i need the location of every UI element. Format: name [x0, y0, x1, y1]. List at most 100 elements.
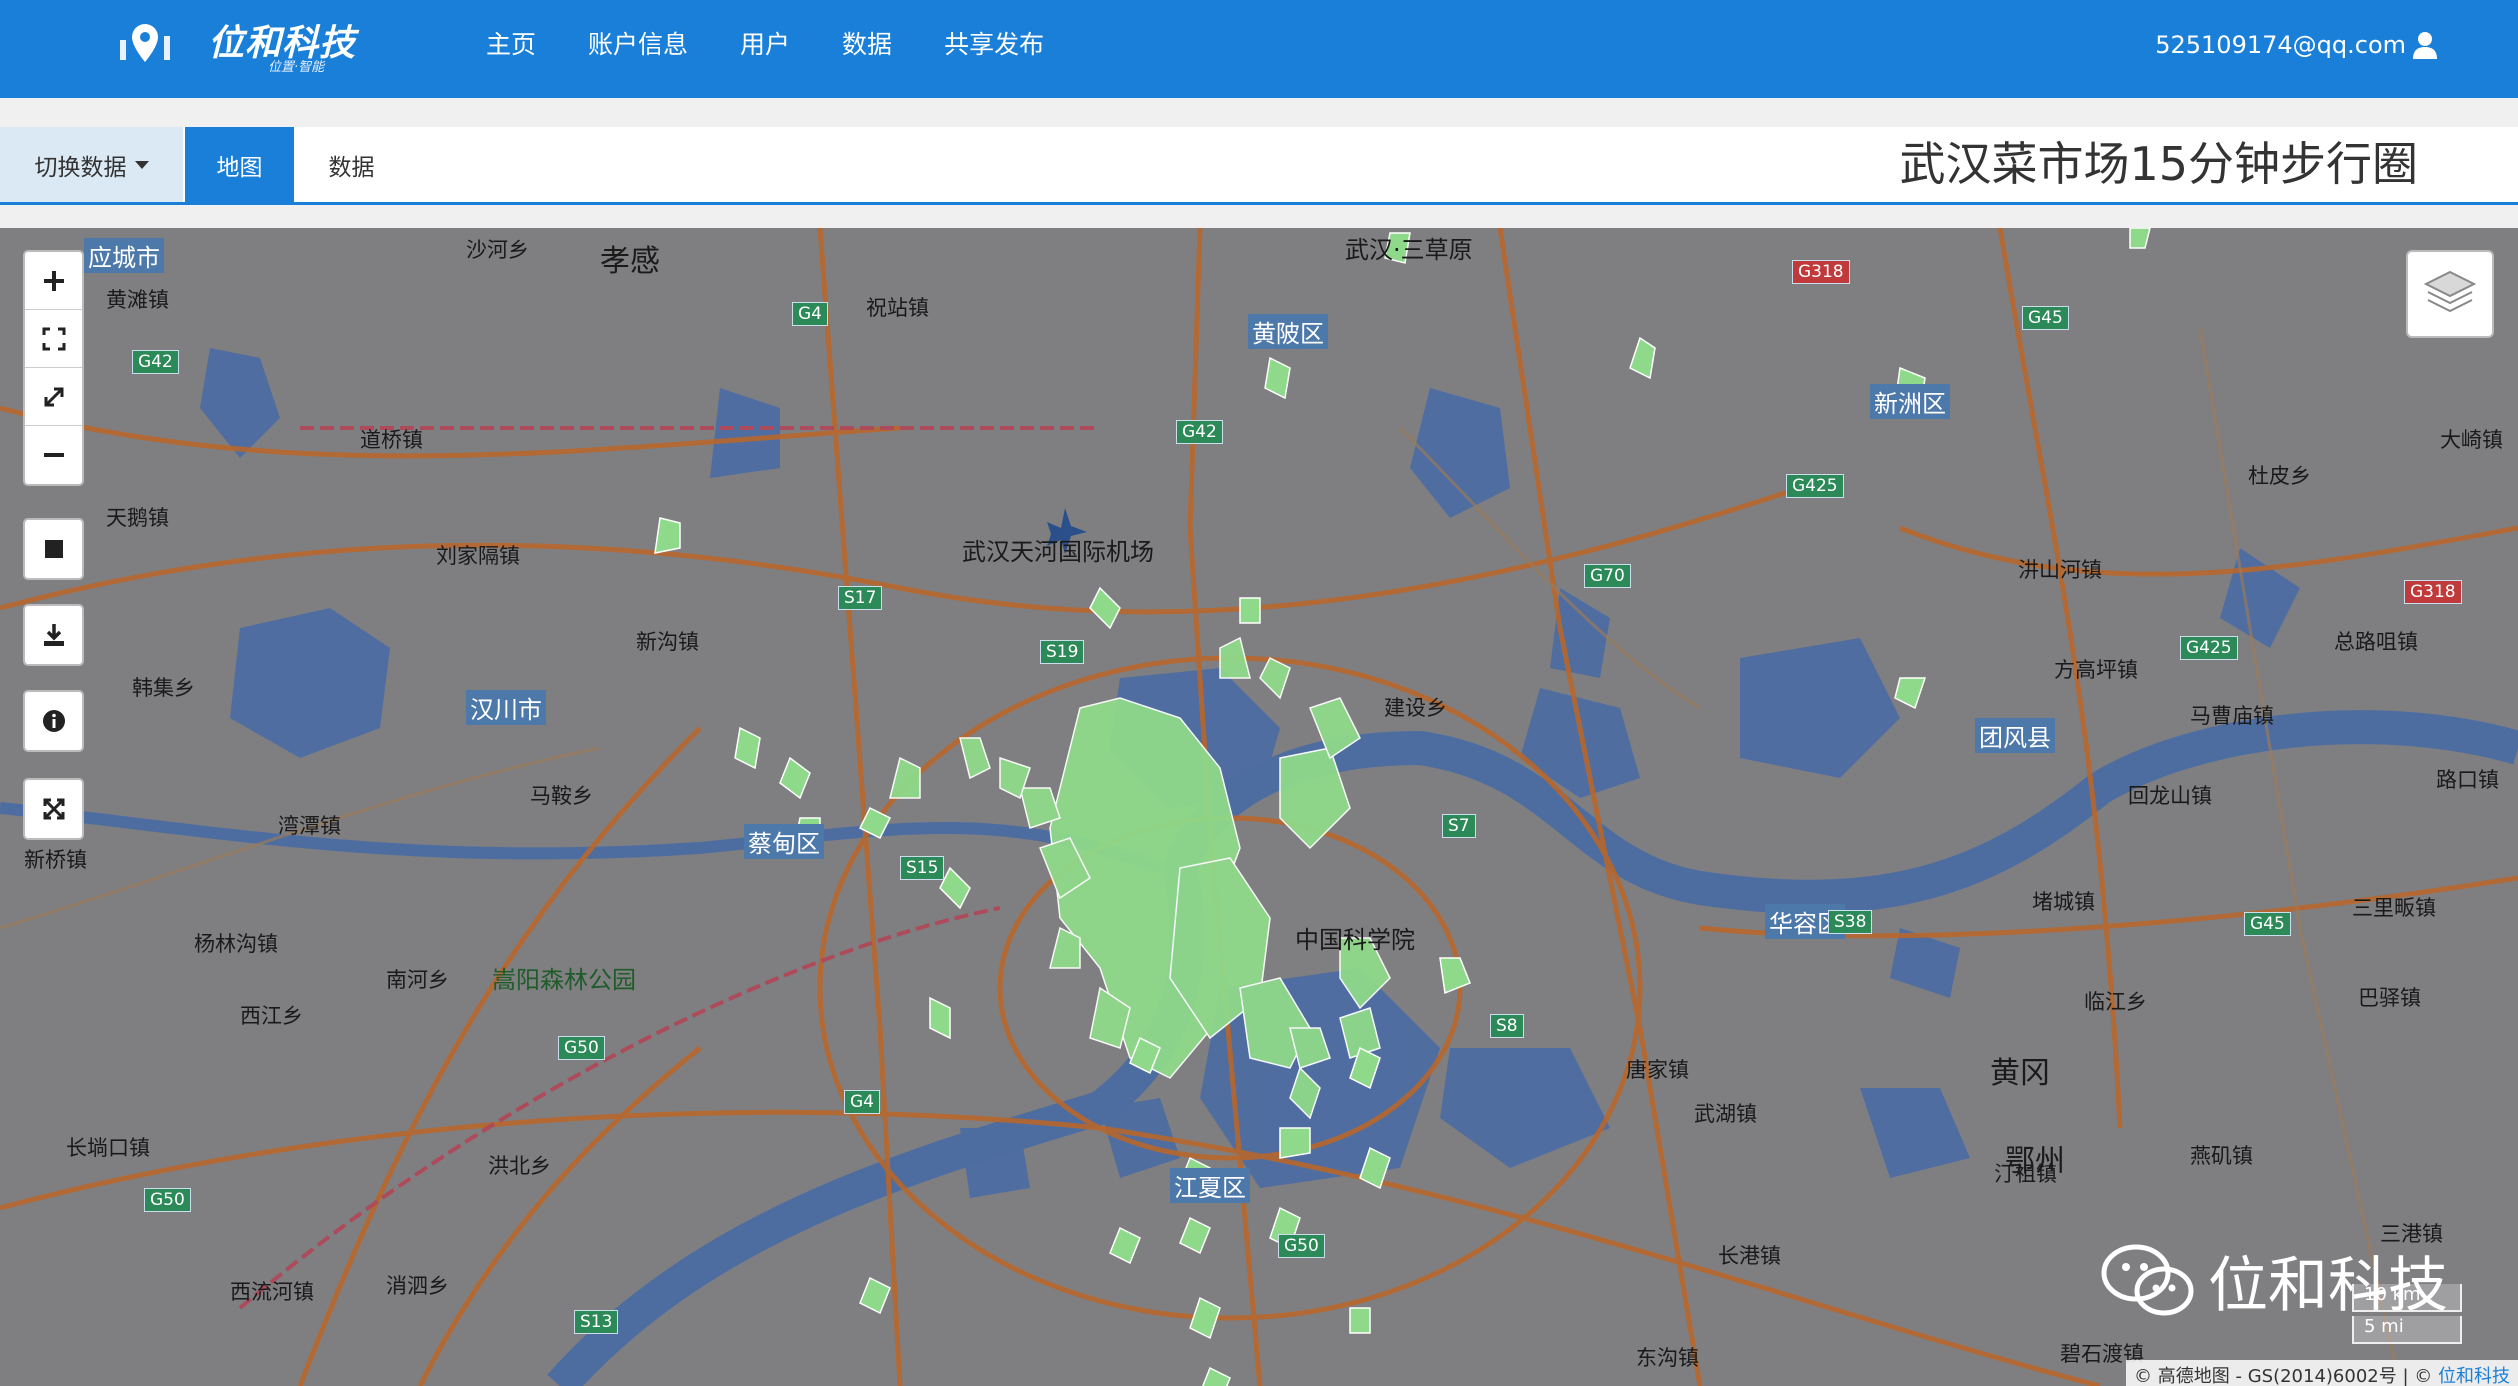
- road-shield: G45: [2244, 912, 2291, 936]
- scale-km: 10 km: [2352, 1284, 2462, 1312]
- town-label: 湾潭镇: [278, 814, 341, 838]
- full-extent-button[interactable]: [25, 368, 82, 426]
- town-label: 临江乡: [2084, 990, 2147, 1014]
- zoom-in-icon: [43, 270, 64, 291]
- draw-rect-control: [23, 518, 84, 580]
- logo-pin-icon: [120, 24, 170, 62]
- fullscreen-control: [23, 778, 84, 840]
- tab-map[interactable]: 地图: [185, 127, 294, 202]
- fullscreen-icon: [43, 798, 64, 820]
- district-xinzhou: 新洲区: [1870, 384, 1950, 419]
- info-icon: [42, 710, 65, 732]
- switch-data-label: 切换数据: [34, 154, 127, 181]
- layer-switcher-button[interactable]: [2406, 250, 2494, 338]
- town-label: 南河乡: [386, 968, 449, 992]
- town-label: 长埫口镇: [66, 1136, 150, 1160]
- map-attribution: © 高德地图 - GS(2014)6002号 | © 位和科技: [2126, 1360, 2518, 1386]
- town-label: 总路咀镇: [2334, 630, 2418, 654]
- nav-account-info[interactable]: 账户信息: [562, 0, 714, 98]
- info-button[interactable]: [25, 692, 82, 750]
- town-label: 黄滩镇: [106, 288, 169, 312]
- zoom-control-group: [23, 250, 84, 486]
- town-label: 唐家镇: [1626, 1058, 1689, 1082]
- label-airport: 武汉天河国际机场: [962, 538, 1154, 566]
- tab-data[interactable]: 数据: [294, 127, 409, 202]
- full-extent-icon: [44, 387, 63, 406]
- attribution-link[interactable]: 位和科技: [2438, 1366, 2510, 1386]
- district-hanchuan: 汉川市: [466, 690, 546, 725]
- zoom-in-button[interactable]: [25, 252, 82, 310]
- town-label: 新桥镇: [24, 848, 87, 872]
- town-label: 建设乡: [1384, 696, 1447, 720]
- map-view[interactable]: 孝感 武汉天河国际机场 中国科学院 嵩阳森林公园 黄冈 鄂州 武汉·三草原 黄陂…: [0, 228, 2518, 1386]
- road-shield: S38: [1828, 910, 1873, 934]
- town-label: 长港镇: [1718, 1244, 1781, 1268]
- road-shield: G50: [144, 1188, 191, 1212]
- label-dawu: 武汉·三草原: [1345, 236, 1473, 264]
- town-label: 马曹庙镇: [2190, 704, 2274, 728]
- town-label: 西江乡: [240, 1004, 303, 1028]
- brand-tagline: 位置·智能: [268, 60, 325, 75]
- town-label: 祝站镇: [866, 296, 929, 320]
- nav-home[interactable]: 主页: [460, 0, 562, 98]
- map-toolbar: 切换数据 地图 数据 武汉菜市场15分钟步行圈: [0, 127, 2518, 205]
- road-shield: G425: [1786, 474, 1844, 498]
- road-shield: G318: [2404, 580, 2462, 604]
- town-label: 方高坪镇: [2054, 658, 2138, 682]
- town-label: 西流河镇: [230, 1280, 314, 1304]
- road-shield: G425: [2180, 636, 2238, 660]
- road-shield: S8: [1490, 1014, 1524, 1038]
- nav-data[interactable]: 数据: [816, 0, 918, 98]
- zoom-extent-icon: [42, 327, 65, 350]
- road-shield: G4: [792, 302, 828, 326]
- town-label: 沙河乡: [466, 238, 529, 262]
- main-nav: 主页 账户信息 用户 数据 共享发布: [460, 0, 1070, 98]
- download-button[interactable]: [25, 606, 82, 664]
- fullscreen-button[interactable]: [25, 780, 82, 838]
- zoom-out-icon: [43, 453, 64, 457]
- draw-rect-button[interactable]: [25, 520, 82, 578]
- caret-down-icon: [134, 160, 149, 169]
- road-shield: S19: [1040, 640, 1085, 664]
- town-label: 巴驿镇: [2358, 986, 2421, 1010]
- town-label: 汫山河镇: [2018, 558, 2102, 582]
- road-shield: G50: [558, 1036, 605, 1060]
- switch-data-dropdown[interactable]: 切换数据: [0, 127, 183, 202]
- nav-users[interactable]: 用户: [714, 0, 816, 98]
- zoom-extent-button[interactable]: [25, 310, 82, 368]
- town-label: 燕矶镇: [2190, 1144, 2253, 1168]
- town-label: 韩集乡: [132, 676, 195, 700]
- attribution-text: © 高德地图 - GS(2014)6002号 | ©: [2134, 1366, 2433, 1386]
- road-shield: S7: [1442, 814, 1476, 838]
- road-shield: G42: [1176, 420, 1223, 444]
- account-email: 525109174@qq.com: [2155, 31, 2406, 59]
- wechat-icon: [2101, 1244, 2194, 1315]
- download-control: [23, 604, 84, 666]
- town-label: 天鹅镇: [106, 506, 169, 530]
- map-title: 武汉菜市场15分钟步行圈: [1899, 137, 2418, 191]
- road-shield: G42: [132, 350, 179, 374]
- town-label: 马鞍乡: [530, 784, 593, 808]
- district-jiangxia: 江夏区: [1170, 1168, 1250, 1203]
- brand-logo[interactable]: 位和科技 位置·智能: [116, 12, 376, 82]
- label-songyang: 嵩阳森林公园: [492, 966, 636, 994]
- scale-bar: 10 km 5 mi: [2352, 1280, 2462, 1344]
- account-menu[interactable]: 525109174@qq.com: [2155, 0, 2438, 90]
- road-shield: G45: [2022, 306, 2069, 330]
- nav-share-publish[interactable]: 共享发布: [918, 0, 1070, 98]
- road-shield: G70: [1584, 564, 1631, 588]
- label-xiaogan: 孝感: [600, 244, 660, 279]
- layers-icon: [2423, 270, 2477, 313]
- road-shield: S17: [838, 586, 883, 610]
- road-shield: G318: [1792, 260, 1850, 284]
- district-huangpi: 黄陂区: [1248, 314, 1328, 349]
- info-control: [23, 690, 84, 752]
- top-navbar: 位和科技 位置·智能 主页 账户信息 用户 数据 共享发布 525109174@…: [0, 0, 2518, 98]
- district-caidian: 蔡甸区: [744, 824, 824, 859]
- district-tuanfeng: 团风县: [1975, 718, 2055, 753]
- town-label: 三里畈镇: [2352, 896, 2436, 920]
- town-label: 杜皮乡: [2248, 464, 2311, 488]
- zoom-out-button[interactable]: [25, 426, 82, 484]
- town-label: 大崎镇: [2440, 428, 2503, 452]
- scale-mi: 5 mi: [2352, 1316, 2462, 1344]
